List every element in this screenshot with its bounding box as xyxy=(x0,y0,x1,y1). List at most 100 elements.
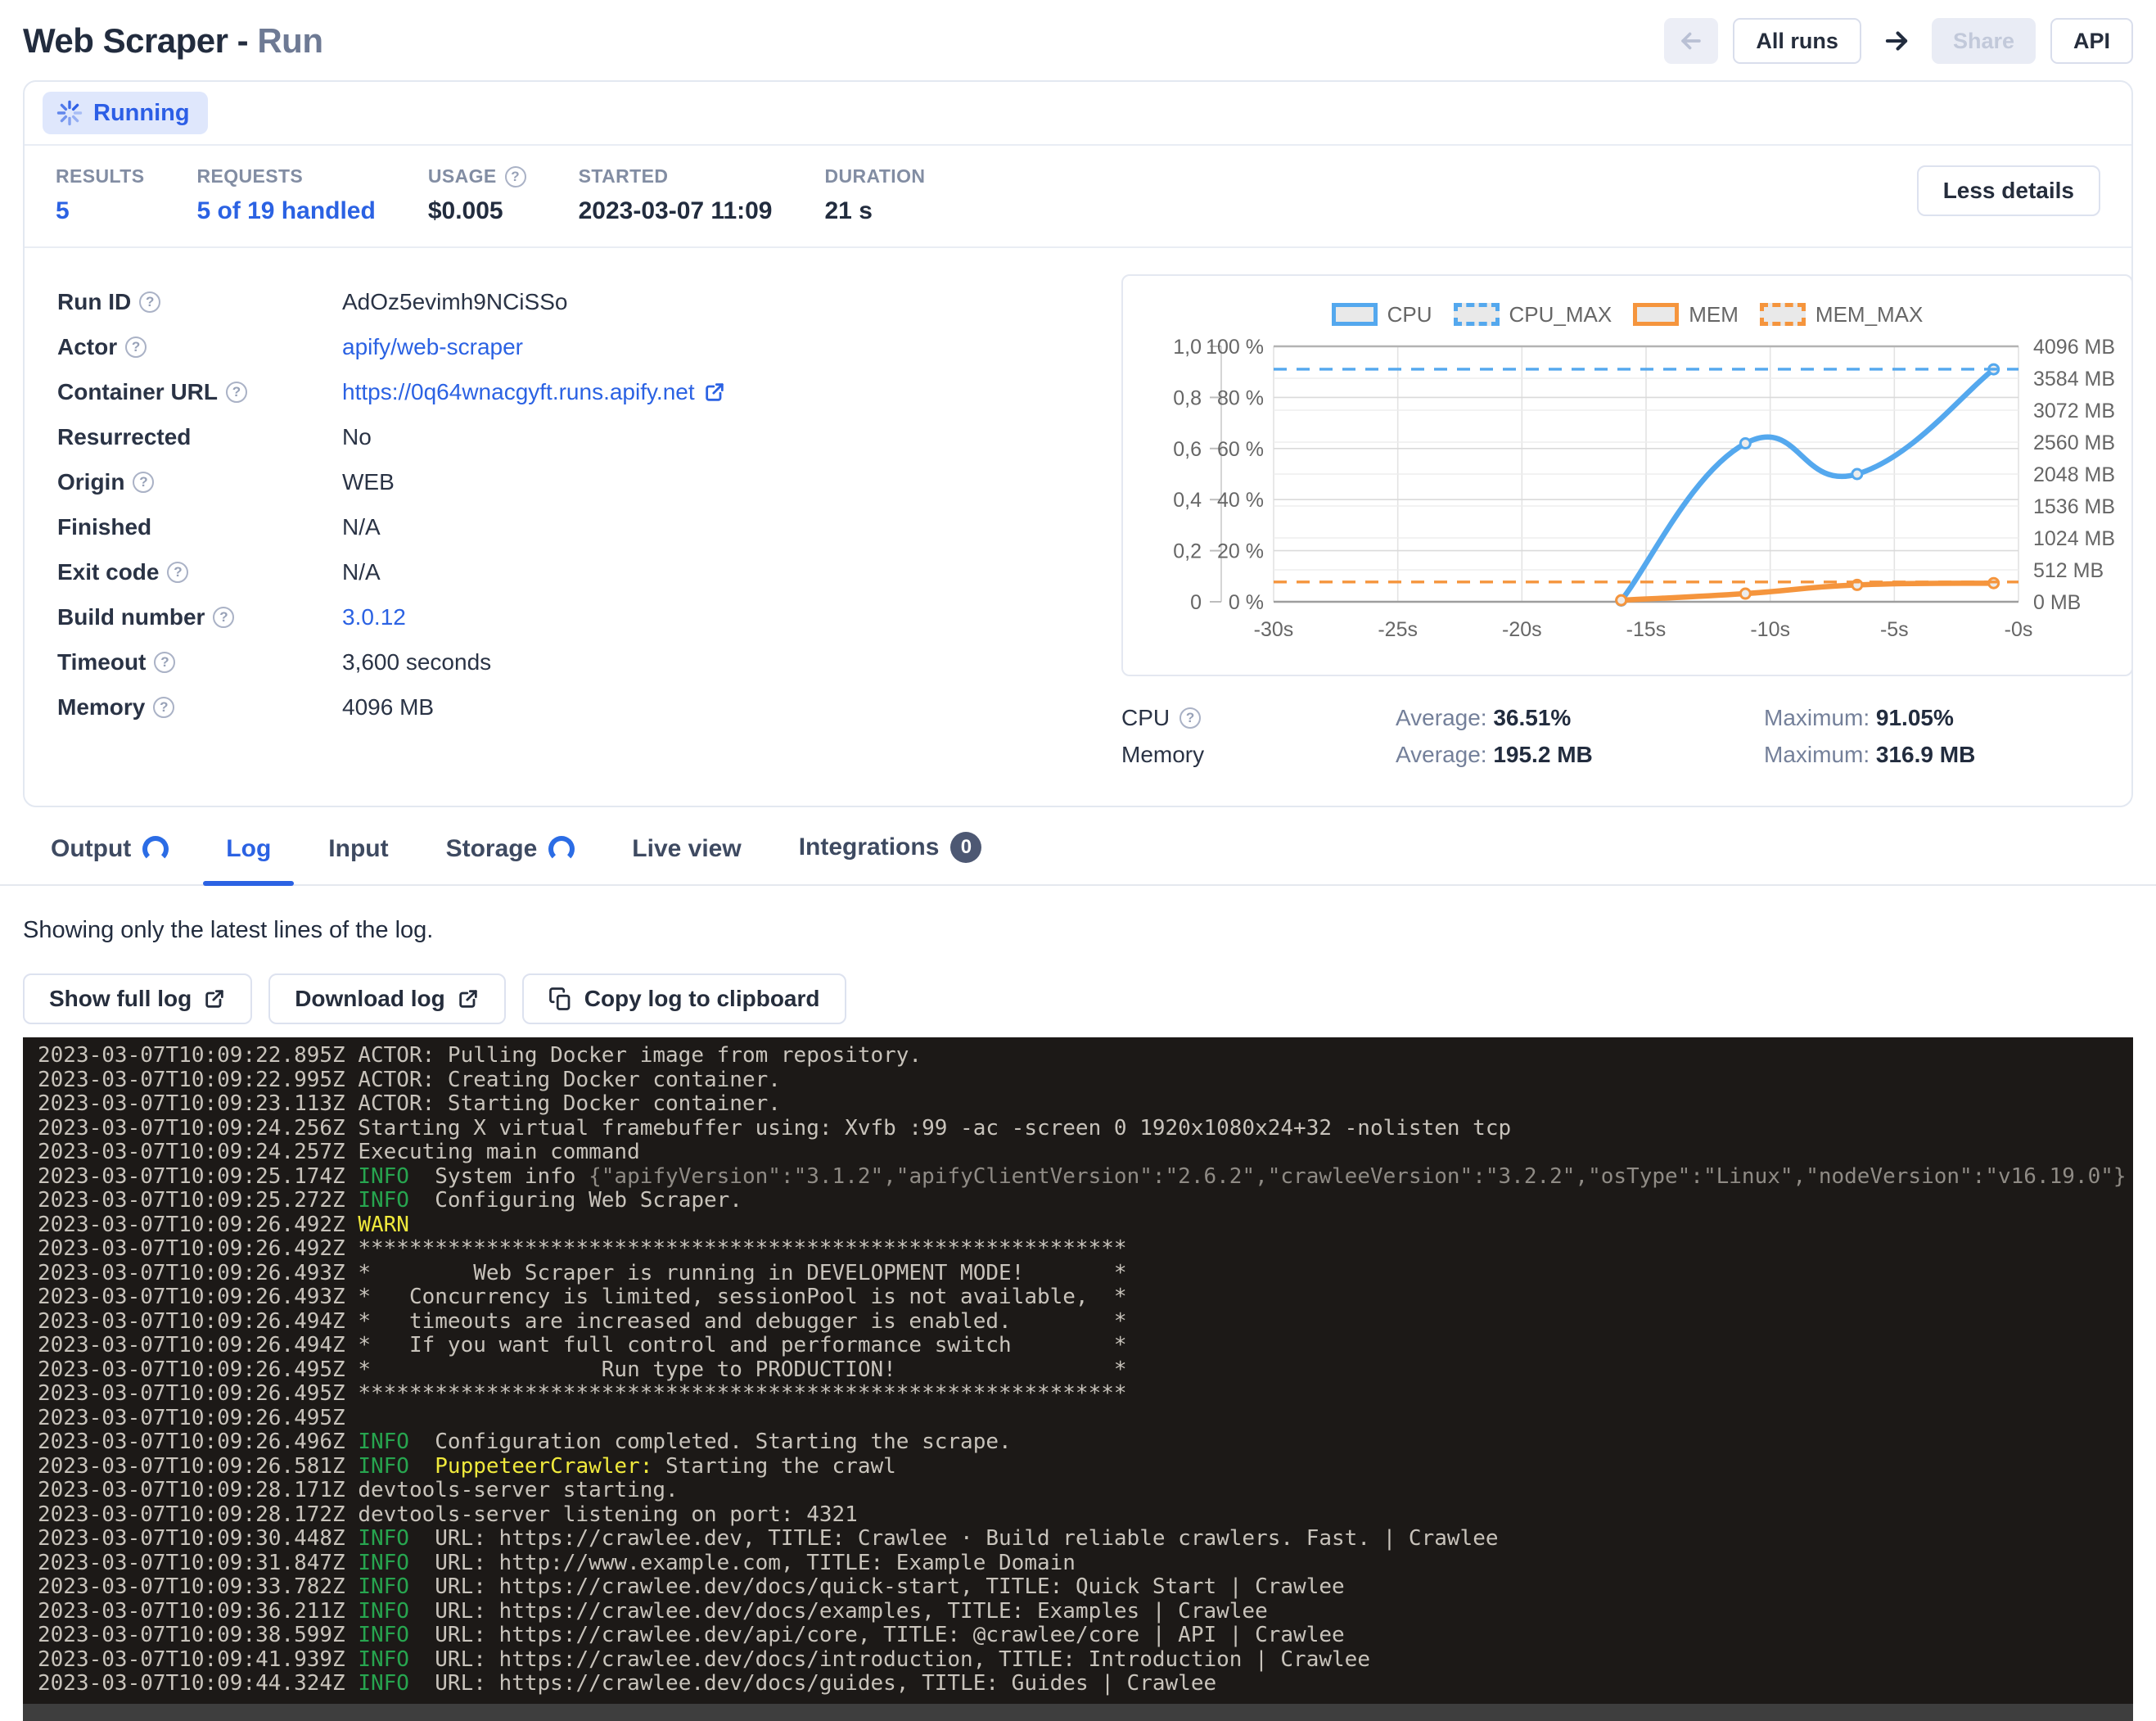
arrow-right-icon xyxy=(1881,25,1912,56)
copy-icon xyxy=(548,987,573,1011)
svg-text:-25s: -25s xyxy=(1378,618,1418,641)
detail-value: WEB xyxy=(342,469,395,495)
detail-row-actor: Actor? apify/web-scraper xyxy=(57,324,1121,369)
copy-log-to-clipboard-button[interactable]: Copy log to clipboard xyxy=(522,973,846,1024)
legend-item-cpu[interactable]: CPU xyxy=(1332,302,1432,327)
stat-label: DURATION xyxy=(825,165,926,187)
summary-metric-text: Memory xyxy=(1121,742,1204,768)
help-icon[interactable]: ? xyxy=(213,607,234,628)
tab-live-view[interactable]: Live view xyxy=(627,835,746,884)
detail-label-text: Finished xyxy=(57,514,151,540)
help-icon[interactable]: ? xyxy=(167,562,188,583)
detail-label-text: Exit code xyxy=(57,559,159,585)
api-button[interactable]: API xyxy=(2050,18,2133,64)
run-detail-page: Web Scraper - Run All runs Share API Run… xyxy=(0,0,2156,1721)
tab-label: Log xyxy=(226,835,271,863)
run-tabs: Output Log Input Storage Live view Integratio… xyxy=(0,825,2156,886)
tab-storage[interactable]: Storage xyxy=(441,835,580,884)
next-run-button[interactable] xyxy=(1876,18,1917,64)
detail-value: https://0q64wnacgyft.runs.apify.net xyxy=(342,379,726,405)
svg-text:3072 MB: 3072 MB xyxy=(2033,400,2115,422)
maximum-value: 316.9 MB xyxy=(1876,742,1975,767)
status-row: Running xyxy=(25,82,2131,146)
detail-link[interactable]: apify/web-scraper xyxy=(342,334,523,360)
detail-row-memory: Memory?4096 MB xyxy=(57,684,1121,730)
svg-text:0,8: 0,8 xyxy=(1173,386,1202,409)
svg-text:1536 MB: 1536 MB xyxy=(2033,495,2115,518)
detail-link[interactable]: https://0q64wnacgyft.runs.apify.net xyxy=(342,379,726,405)
help-icon[interactable]: ? xyxy=(505,166,526,187)
usage-chart-panel: CPUCPU_MAXMEMMEM_MAX 1,00,80,60,40,20100… xyxy=(1121,274,2133,676)
summary-average: Average: 36.51% xyxy=(1396,705,1764,731)
help-icon[interactable]: ? xyxy=(153,697,174,718)
legend-item-mem_max[interactable]: MEM_MAX xyxy=(1760,302,1923,327)
help-icon[interactable]: ? xyxy=(154,652,175,673)
share-button[interactable]: Share xyxy=(1932,18,2036,64)
legend-label: CPU xyxy=(1387,302,1432,327)
help-icon[interactable]: ? xyxy=(133,472,154,493)
previous-run-button[interactable] xyxy=(1664,18,1718,64)
legend-label: CPU_MAX xyxy=(1509,302,1612,327)
summary-metric-label: CPU? xyxy=(1121,705,1396,731)
less-details-button[interactable]: Less details xyxy=(1917,165,2100,216)
detail-label-text: Actor xyxy=(57,334,117,360)
help-icon[interactable]: ? xyxy=(1179,707,1201,729)
legend-swatch xyxy=(1633,303,1679,326)
download-log-button[interactable]: Download log xyxy=(268,973,506,1024)
log-console: 2023-03-07T10:09:22.895Z ACTOR: Pulling … xyxy=(23,1037,2133,1721)
stat-usage: USAGE?$0.005 xyxy=(428,165,526,225)
summary-metric-text: CPU xyxy=(1121,705,1170,731)
stat-label: USAGE? xyxy=(428,165,526,187)
svg-text:40 %: 40 % xyxy=(1217,489,1264,512)
average-label: Average: xyxy=(1396,705,1493,730)
status-label: Running xyxy=(93,100,190,127)
status-badge: Running xyxy=(43,92,208,134)
stat-duration: DURATION 21 s xyxy=(825,165,926,225)
average-label: Average: xyxy=(1396,742,1493,767)
stat-value[interactable]: 5 xyxy=(56,197,144,225)
title-suffix: Run xyxy=(257,21,322,60)
stat-value[interactable]: 5 of 19 handled xyxy=(196,197,375,225)
detail-row-timeout: Timeout?3,600 seconds xyxy=(57,639,1121,684)
horizontal-scrollbar[interactable] xyxy=(23,1704,2133,1721)
stat-label-text: STARTED xyxy=(579,165,669,187)
legend-item-mem[interactable]: MEM xyxy=(1633,302,1739,327)
stats-row: RESULTS5REQUESTS5 of 19 handledUSAGE?$0.… xyxy=(25,146,2131,248)
button-label: Show full log xyxy=(49,986,192,1012)
detail-value: 3,600 seconds xyxy=(342,649,491,675)
loading-spinner-icon xyxy=(548,836,575,862)
help-icon[interactable]: ? xyxy=(125,337,147,358)
tab-output[interactable]: Output xyxy=(46,835,174,884)
title-separator: - xyxy=(228,21,258,60)
tab-input[interactable]: Input xyxy=(323,835,393,884)
detail-label: Memory? xyxy=(57,694,342,720)
tab-integrations[interactable]: Integrations0 xyxy=(794,832,987,884)
detail-label: Run ID? xyxy=(57,289,342,315)
tab-log[interactable]: Log xyxy=(221,835,276,884)
stat-started: STARTED2023-03-07 11:09 xyxy=(579,165,773,225)
detail-value: 4096 MB xyxy=(342,694,434,720)
legend-swatch xyxy=(1454,303,1500,326)
show-full-log-button[interactable]: Show full log xyxy=(23,973,252,1024)
help-icon[interactable]: ? xyxy=(139,291,160,313)
log-lines: 2023-03-07T10:09:22.895Z ACTOR: Pulling … xyxy=(38,1044,2133,1696)
detail-row-origin: Origin?WEB xyxy=(57,459,1121,504)
stat-value: 21 s xyxy=(825,197,926,225)
detail-label: Finished xyxy=(57,514,342,540)
detail-label: Exit code? xyxy=(57,559,342,585)
svg-text:0,2: 0,2 xyxy=(1173,540,1202,563)
loading-spinner-icon xyxy=(142,836,169,862)
detail-value: apify/web-scraper xyxy=(342,334,523,360)
svg-text:-5s: -5s xyxy=(1880,618,1909,641)
detail-label-text: Memory xyxy=(57,694,145,720)
maximum-label: Maximum: xyxy=(1764,705,1876,730)
legend-item-cpu_max[interactable]: CPU_MAX xyxy=(1454,302,1612,327)
help-icon[interactable]: ? xyxy=(226,382,247,403)
svg-text:-10s: -10s xyxy=(1750,618,1790,641)
all-runs-button[interactable]: All runs xyxy=(1733,18,1861,64)
detail-label-text: Build number xyxy=(57,604,205,630)
detail-value: N/A xyxy=(342,514,381,540)
detail-label: Timeout? xyxy=(57,649,342,675)
detail-label: Resurrected xyxy=(57,424,342,450)
detail-link[interactable]: 3.0.12 xyxy=(342,604,406,630)
